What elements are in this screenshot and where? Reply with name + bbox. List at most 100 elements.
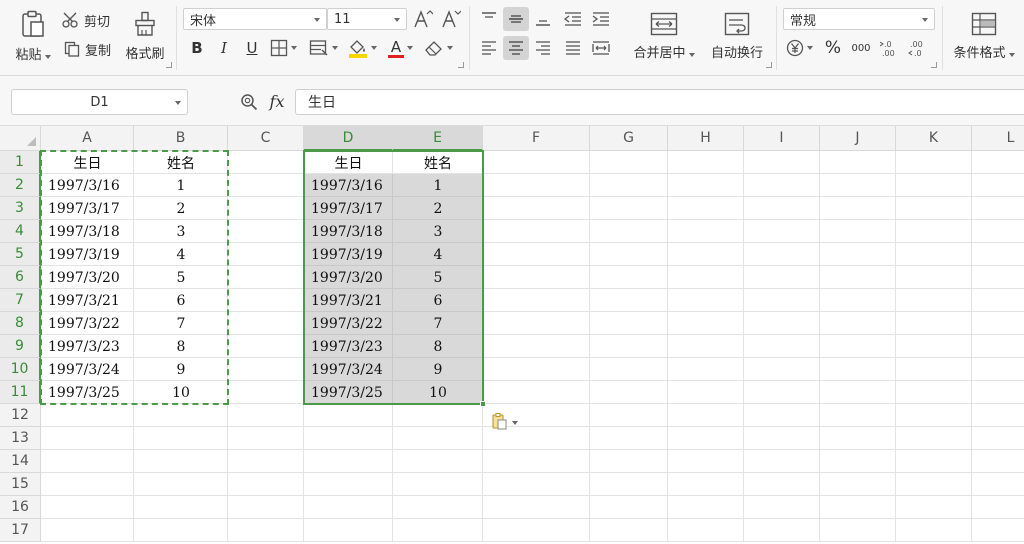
thousands-separator-button[interactable]: 000 xyxy=(850,37,872,59)
grid-cell[interactable] xyxy=(304,450,393,473)
grid-cell[interactable] xyxy=(483,197,590,220)
grid-cell[interactable] xyxy=(134,519,228,542)
row-header-7[interactable]: 7 xyxy=(0,289,41,312)
grid-cell[interactable] xyxy=(668,174,744,197)
grid-cell[interactable] xyxy=(134,473,228,496)
grid-cell[interactable] xyxy=(590,289,668,312)
row-header-6[interactable]: 6 xyxy=(0,266,41,289)
grid-cell[interactable] xyxy=(972,289,1024,312)
paste-button[interactable]: 粘贴 xyxy=(10,6,56,66)
grid-cell[interactable] xyxy=(590,519,668,542)
row-header-4[interactable]: 4 xyxy=(0,220,41,243)
number-format-select[interactable]: 常规 xyxy=(783,8,935,30)
column-header-i[interactable]: I xyxy=(744,126,820,151)
grid-cell[interactable] xyxy=(896,243,972,266)
grid-cell[interactable] xyxy=(304,496,393,519)
grid-cell[interactable] xyxy=(896,358,972,381)
name-box[interactable]: D1 xyxy=(11,89,188,115)
grid-cell[interactable] xyxy=(972,473,1024,496)
grid-cell[interactable] xyxy=(228,381,304,404)
grid-cell[interactable] xyxy=(483,220,590,243)
grid-cell[interactable] xyxy=(228,358,304,381)
grid-cell[interactable] xyxy=(820,197,896,220)
grid-cell[interactable] xyxy=(668,519,744,542)
cut-button[interactable]: 剪切 xyxy=(62,9,110,31)
column-header-h[interactable]: H xyxy=(668,126,744,151)
grid-cell[interactable] xyxy=(590,220,668,243)
grid-cell[interactable] xyxy=(483,519,590,542)
grid-cell[interactable] xyxy=(590,174,668,197)
grid-cell[interactable] xyxy=(590,450,668,473)
alignment-group-launcher[interactable] xyxy=(766,62,772,68)
grid-cell[interactable] xyxy=(668,312,744,335)
paste-options-button[interactable] xyxy=(491,412,518,434)
grid-cell[interactable] xyxy=(483,450,590,473)
grid-cell[interactable] xyxy=(668,427,744,450)
grid-cell[interactable] xyxy=(820,404,896,427)
format-painter-button[interactable]: 格式刷 xyxy=(122,6,168,66)
grid-cell[interactable] xyxy=(820,450,896,473)
font-group-launcher[interactable] xyxy=(458,62,464,68)
grid-cell[interactable] xyxy=(896,519,972,542)
grid-cell[interactable] xyxy=(820,151,896,174)
grid-cell[interactable] xyxy=(393,473,483,496)
column-header-k[interactable]: K xyxy=(896,126,972,151)
grid-cell[interactable] xyxy=(744,404,820,427)
grid-cell[interactable] xyxy=(41,519,134,542)
font-color-button[interactable]: A xyxy=(388,37,413,59)
clipboard-group-launcher[interactable] xyxy=(166,62,172,68)
grid-cell[interactable] xyxy=(483,289,590,312)
row-header-14[interactable]: 14 xyxy=(0,450,41,473)
grid-cell[interactable] xyxy=(483,151,590,174)
grid-cell[interactable] xyxy=(896,312,972,335)
align-left-button[interactable] xyxy=(477,36,501,60)
grid-cell[interactable] xyxy=(228,473,304,496)
grid-cell[interactable] xyxy=(744,197,820,220)
row-header-9[interactable]: 9 xyxy=(0,335,41,358)
grid-cell[interactable] xyxy=(744,427,820,450)
grid-cell[interactable] xyxy=(744,381,820,404)
grid-cell[interactable] xyxy=(668,335,744,358)
grid-cell[interactable] xyxy=(41,427,134,450)
grid-cell[interactable] xyxy=(972,243,1024,266)
align-top-button[interactable] xyxy=(477,7,501,31)
grid-cell[interactable] xyxy=(744,519,820,542)
grid-cell[interactable] xyxy=(896,266,972,289)
column-header-e[interactable]: E xyxy=(393,126,483,151)
decrease-font-size-button[interactable] xyxy=(440,8,462,30)
grid-cell[interactable] xyxy=(393,404,483,427)
grid-cell[interactable] xyxy=(41,450,134,473)
justify-button[interactable] xyxy=(561,36,585,60)
grid-cell[interactable] xyxy=(590,404,668,427)
grid-cell[interactable] xyxy=(668,220,744,243)
grid-cell[interactable] xyxy=(393,450,483,473)
copy-button[interactable]: 复制 xyxy=(64,38,111,60)
grid-cell[interactable] xyxy=(896,427,972,450)
row-header-3[interactable]: 3 xyxy=(0,197,41,220)
grid-cell[interactable] xyxy=(228,335,304,358)
row-header-15[interactable]: 15 xyxy=(0,473,41,496)
grid-cell[interactable] xyxy=(483,381,590,404)
grid-cell[interactable] xyxy=(972,427,1024,450)
underline-button[interactable]: U xyxy=(241,37,263,59)
grid-cell[interactable] xyxy=(590,243,668,266)
grid-cell[interactable] xyxy=(744,243,820,266)
grid-cell[interactable] xyxy=(896,381,972,404)
grid-cell[interactable] xyxy=(896,335,972,358)
increase-decimal-button[interactable]: .0.00 xyxy=(878,37,902,59)
grid-cell[interactable] xyxy=(744,151,820,174)
grid-cell[interactable] xyxy=(972,220,1024,243)
grid-cell[interactable] xyxy=(820,266,896,289)
column-header-d[interactable]: D xyxy=(304,126,393,151)
grid-cell[interactable] xyxy=(668,496,744,519)
currency-button[interactable] xyxy=(786,37,813,59)
grid-cell[interactable] xyxy=(668,243,744,266)
grid-cell[interactable] xyxy=(304,519,393,542)
grid-cell[interactable] xyxy=(896,174,972,197)
wrap-text-button[interactable]: 自动换行 xyxy=(706,6,768,66)
grid-cell[interactable] xyxy=(668,197,744,220)
grid-cell[interactable] xyxy=(228,174,304,197)
grid-cell[interactable] xyxy=(820,427,896,450)
grid-cell[interactable] xyxy=(483,174,590,197)
column-header-j[interactable]: J xyxy=(820,126,896,151)
